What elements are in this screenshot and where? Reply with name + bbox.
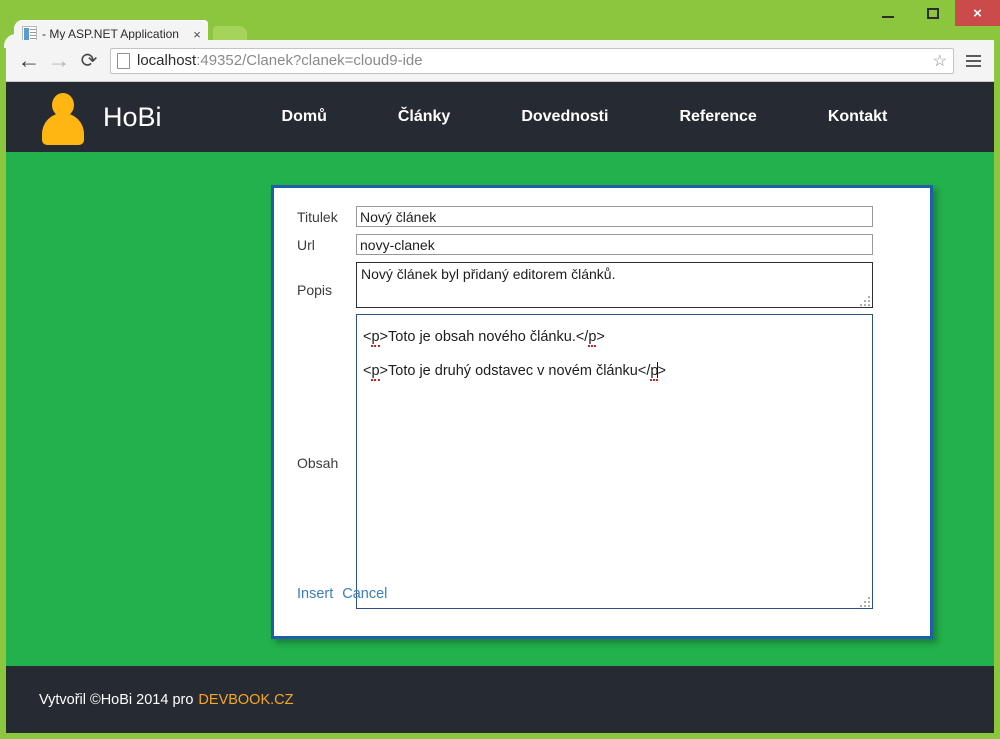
article-form-panel: Titulek Nový článek Url novy-clanek Popi… bbox=[271, 185, 933, 639]
label-url: Url bbox=[297, 234, 356, 256]
form-actions: Insert Cancel bbox=[297, 586, 387, 602]
devbook-link[interactable]: DEVBOOK.CZ bbox=[198, 692, 293, 708]
site-footer: Vytvořil ©HoBi 2014 pro DEVBOOK.CZ bbox=[6, 666, 994, 733]
footer-credit: Vytvořil ©HoBi 2014 pro bbox=[39, 692, 193, 708]
nav-item-dovednosti[interactable]: Dovednosti bbox=[521, 108, 608, 126]
document-icon bbox=[117, 53, 130, 69]
url-text: localhost:49352/Clanek?clanek=cloud9-ide bbox=[137, 52, 927, 69]
close-button[interactable]: × bbox=[955, 0, 1000, 26]
browser-window: - My ASP.NET Application × × ← → ⟳ local… bbox=[0, 0, 1000, 739]
minimize-button[interactable] bbox=[865, 0, 910, 26]
cancel-link[interactable]: Cancel bbox=[342, 586, 387, 602]
form-row-url: Url novy-clanek bbox=[297, 234, 873, 256]
brand-name[interactable]: HoBi bbox=[103, 102, 162, 133]
popis-resize-grip[interactable] bbox=[860, 296, 870, 306]
article-form: Titulek Nový článek Url novy-clanek Popi… bbox=[297, 206, 873, 615]
obsah-l2-tag: p bbox=[371, 363, 379, 381]
hamburger-menu-icon[interactable] bbox=[960, 48, 986, 74]
reload-icon[interactable]: ⟳ bbox=[74, 46, 104, 76]
obsah-l2-b: >Toto je druhý odstavec v novém článku</ bbox=[380, 363, 651, 379]
label-titulek: Titulek bbox=[297, 206, 356, 228]
nav-item-kontakt[interactable]: Kontakt bbox=[828, 108, 888, 126]
insert-link[interactable]: Insert bbox=[297, 586, 333, 602]
tab-close-icon[interactable]: × bbox=[190, 28, 204, 41]
title-bar: - My ASP.NET Application × × bbox=[0, 0, 1000, 40]
footer-text: Vytvořil ©HoBi 2014 pro DEVBOOK.CZ bbox=[39, 692, 294, 708]
popis-textarea[interactable]: Nový článek byl přidaný editorem článků. bbox=[356, 262, 873, 308]
tab-title: - My ASP.NET Application bbox=[42, 27, 190, 41]
forward-icon[interactable]: → bbox=[44, 46, 74, 76]
form-row-popis: Popis Nový článek byl přidaný editorem č… bbox=[297, 262, 873, 308]
nav-item-domu[interactable]: Domů bbox=[282, 108, 327, 126]
obsah-l1-c: > bbox=[596, 329, 604, 345]
person-logo-icon[interactable] bbox=[39, 89, 87, 145]
obsah-textarea[interactable]: <p>Toto je obsah nového článku.</p> <p>T… bbox=[356, 314, 873, 609]
url-path: :49352/Clanek?clanek=cloud9-ide bbox=[196, 52, 422, 69]
site-nav-links: Domů Články Dovednosti Reference Kontakt bbox=[282, 108, 994, 126]
obsah-line-2: <p>Toto je druhý odstavec v novém článku… bbox=[363, 354, 866, 388]
obsah-line-1: <p>Toto je obsah nového článku.</p> bbox=[363, 320, 866, 354]
form-row-titulek: Titulek Nový článek bbox=[297, 206, 873, 228]
obsah-l1-tag: p bbox=[371, 329, 379, 347]
obsah-resize-grip[interactable] bbox=[860, 597, 870, 607]
maximize-button[interactable] bbox=[910, 0, 955, 26]
browser-toolbar: ← → ⟳ localhost:49352/Clanek?clanek=clou… bbox=[6, 40, 994, 82]
page-viewport: HoBi Domů Články Dovednosti Reference Ko… bbox=[6, 82, 994, 733]
form-row-obsah: Obsah <p>Toto je obsah nového článku.</p… bbox=[297, 314, 873, 609]
url-host: localhost bbox=[137, 52, 196, 69]
obsah-l1-b: >Toto je obsah nového článku.</ bbox=[380, 329, 589, 345]
label-popis: Popis bbox=[297, 262, 356, 301]
nav-item-reference[interactable]: Reference bbox=[679, 108, 756, 126]
popis-text: Nový článek byl přidaný editorem článků. bbox=[361, 266, 615, 282]
titulek-input[interactable]: Nový článek bbox=[356, 206, 873, 227]
bookmark-star-icon[interactable]: ☆ bbox=[933, 51, 947, 71]
label-obsah: Obsah bbox=[297, 314, 356, 474]
site-navbar: HoBi Domů Články Dovednosti Reference Ko… bbox=[6, 82, 994, 152]
obsah-l2-c: > bbox=[657, 363, 665, 379]
window-controls: × bbox=[865, 0, 1000, 26]
back-icon[interactable]: ← bbox=[14, 46, 44, 76]
nav-item-clanky[interactable]: Články bbox=[398, 108, 450, 126]
address-bar[interactable]: localhost:49352/Clanek?clanek=cloud9-ide… bbox=[110, 48, 954, 74]
url-input[interactable]: novy-clanek bbox=[356, 234, 873, 255]
